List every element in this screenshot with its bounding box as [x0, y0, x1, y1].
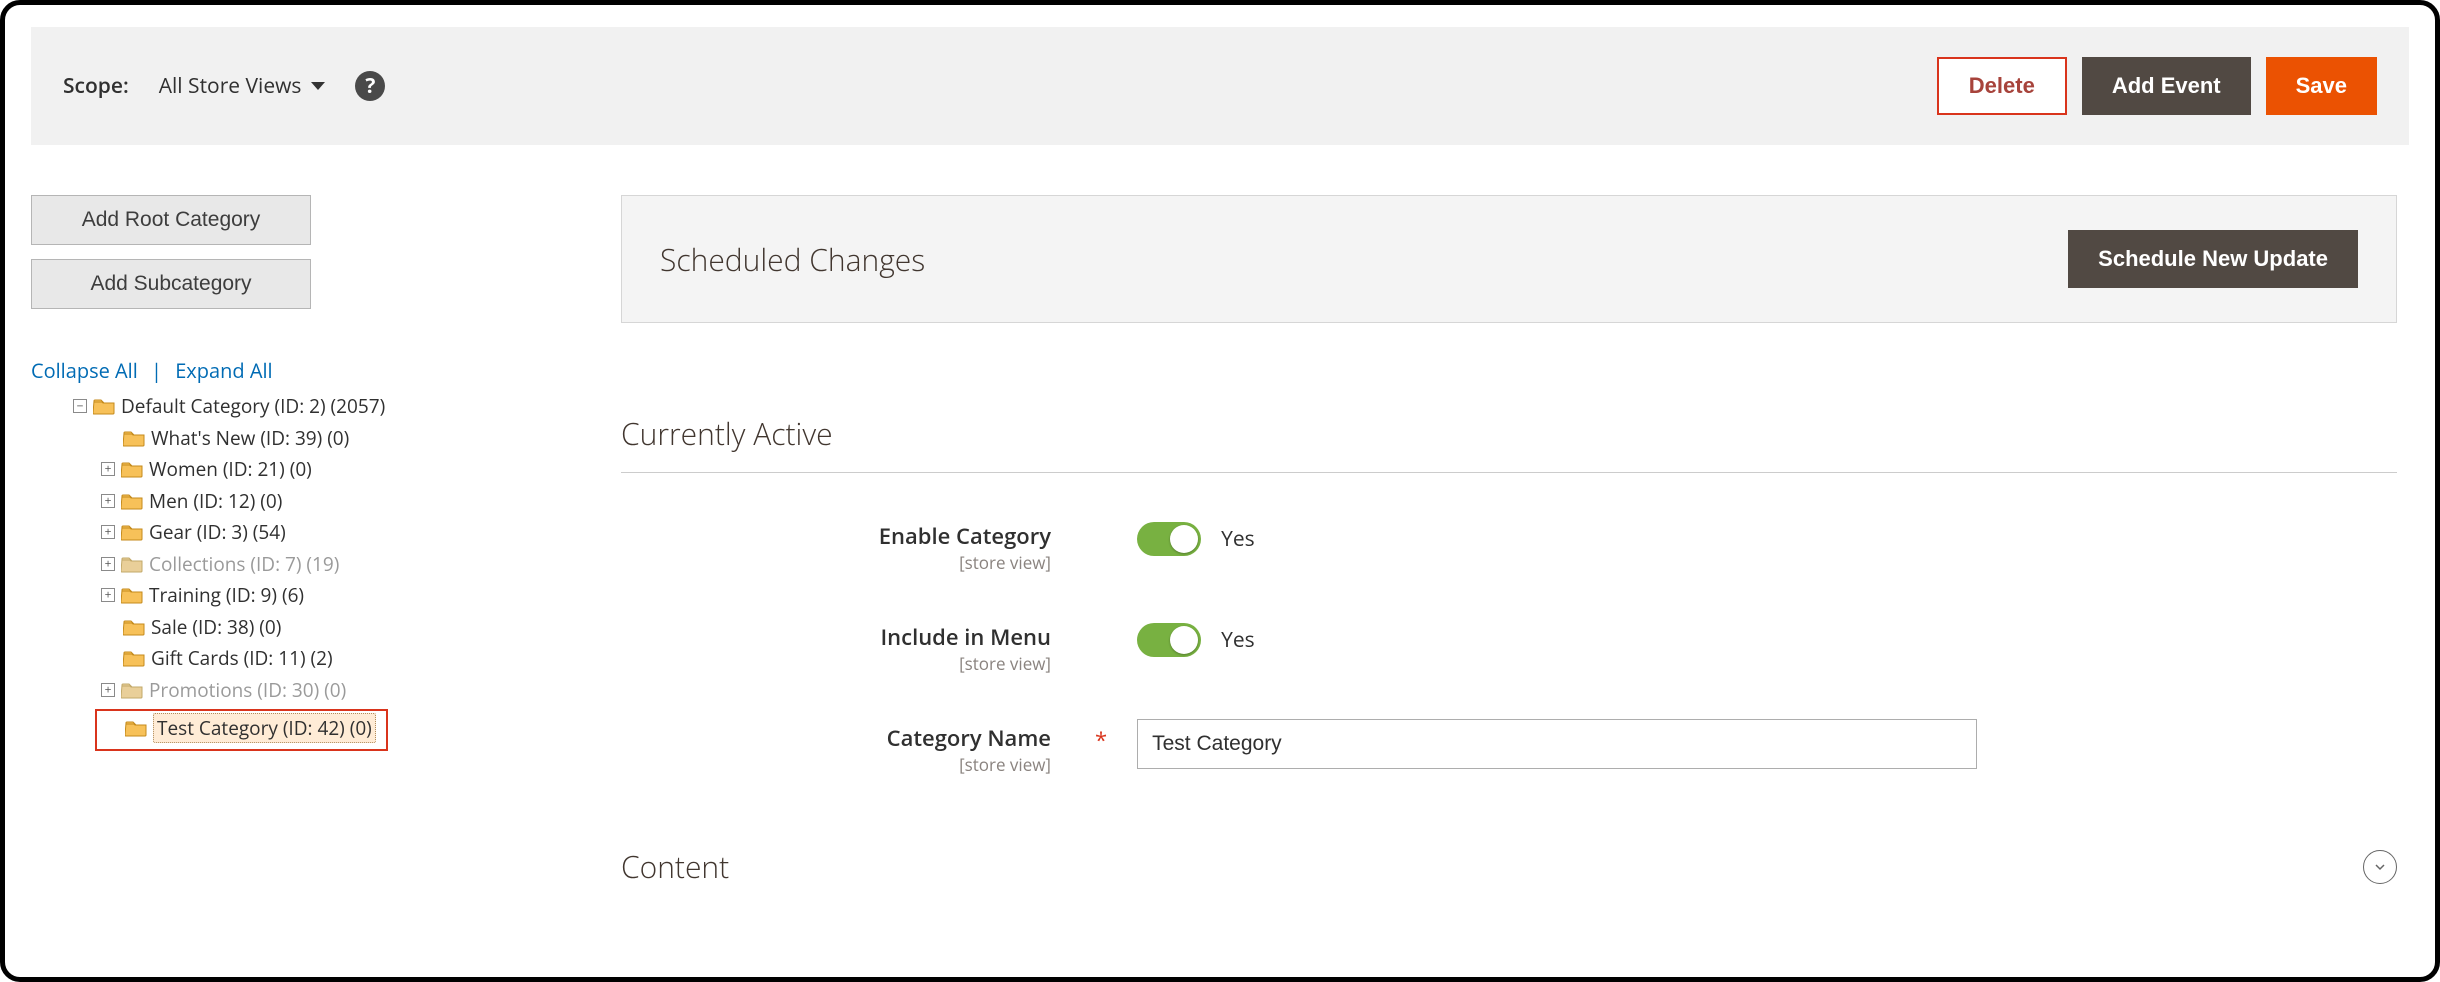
- delete-button[interactable]: Delete: [1937, 57, 2067, 115]
- folder-icon: [123, 429, 145, 447]
- expand-all-link[interactable]: Expand All: [175, 357, 272, 384]
- currently-active-title: Currently Active: [621, 413, 2397, 454]
- expand-icon[interactable]: +: [101, 462, 115, 476]
- tree-node-label: Women (ID: 21) (0): [149, 455, 312, 484]
- sidebar: Add Root Category Add Subcategory Collap…: [31, 195, 621, 905]
- scope-value: All Store Views: [159, 72, 302, 100]
- tree-node-label: Default Category (ID: 2) (2057): [121, 392, 385, 421]
- folder-icon: [121, 555, 143, 573]
- tree-node-label: Gear (ID: 3) (54): [149, 518, 286, 547]
- caret-down-icon: [311, 82, 325, 90]
- expand-icon[interactable]: +: [101, 683, 115, 697]
- folder-icon: [121, 460, 143, 478]
- form: Enable Category [store view] * Yes Inclu…: [621, 517, 2397, 776]
- main-pane: Scheduled Changes Schedule New Update Cu…: [621, 195, 2409, 905]
- content-section-header[interactable]: Content: [621, 846, 2397, 887]
- tree-node[interactable]: + Collections (ID: 7) (19): [101, 550, 611, 579]
- tree-node-label: Training (ID: 9) (6): [149, 581, 304, 610]
- tree-node-label: Gift Cards (ID: 11) (2): [151, 644, 333, 673]
- enable-category-label: Enable Category: [879, 521, 1051, 551]
- required-icon: *: [1095, 719, 1107, 755]
- tree-node-label: Promotions (ID: 30) (0): [149, 676, 346, 705]
- store-view-hint: [store view]: [959, 753, 1051, 776]
- folder-icon: [125, 719, 147, 737]
- scheduled-changes-title: Scheduled Changes: [660, 239, 925, 280]
- tree-node[interactable]: Sale (ID: 38) (0): [101, 613, 611, 642]
- columns: Add Root Category Add Subcategory Collap…: [31, 195, 2409, 905]
- category-name-label: Category Name: [887, 723, 1051, 753]
- tree-controls: Collapse All | Expand All: [31, 357, 611, 384]
- tree-root-node[interactable]: − Default Category (ID: 2) (2057): [73, 392, 611, 421]
- tree-node[interactable]: + Women (ID: 21) (0): [101, 455, 611, 484]
- sidebar-buttons: Add Root Category Add Subcategory: [31, 195, 311, 309]
- scope-label: Scope:: [63, 72, 129, 100]
- tree-node-label: Collections (ID: 7) (19): [149, 550, 339, 579]
- selected-tree-node: Test Category (ID: 42) (0): [95, 709, 388, 752]
- expand-icon[interactable]: +: [101, 494, 115, 508]
- collapse-icon[interactable]: −: [73, 399, 87, 413]
- category-name-input[interactable]: [1137, 719, 1977, 769]
- folder-icon: [123, 618, 145, 636]
- chevron-down-icon: [2363, 850, 2397, 884]
- include-in-menu-row: Include in Menu [store view] * Yes: [621, 618, 2397, 675]
- folder-icon: [121, 523, 143, 541]
- tree-node[interactable]: Test Category (ID: 42) (0): [103, 713, 376, 744]
- tree-node-label: Sale (ID: 38) (0): [151, 613, 281, 642]
- add-event-button[interactable]: Add Event: [2082, 57, 2251, 115]
- save-button[interactable]: Save: [2266, 57, 2377, 115]
- enable-category-value: Yes: [1221, 525, 1255, 553]
- help-icon[interactable]: ?: [355, 71, 385, 101]
- separator: |: [151, 357, 162, 384]
- topbar: Scope: All Store Views ? Delete Add Even…: [31, 27, 2409, 145]
- folder-icon: [121, 492, 143, 510]
- scope-group: Scope: All Store Views ?: [63, 71, 385, 101]
- folder-icon: [121, 681, 143, 699]
- expand-icon[interactable]: +: [101, 525, 115, 539]
- schedule-new-update-button[interactable]: Schedule New Update: [2068, 230, 2358, 288]
- expand-icon[interactable]: +: [101, 557, 115, 571]
- add-root-category-button[interactable]: Add Root Category: [31, 195, 311, 245]
- tree-node[interactable]: + Promotions (ID: 30) (0): [101, 676, 611, 705]
- scope-select[interactable]: All Store Views: [159, 72, 326, 100]
- tree-node[interactable]: Gift Cards (ID: 11) (2): [101, 644, 611, 673]
- folder-icon: [121, 586, 143, 604]
- top-actions: Delete Add Event Save: [1937, 57, 2377, 115]
- tree-node[interactable]: + Training (ID: 9) (6): [101, 581, 611, 610]
- category-name-row: Category Name [store view] *: [621, 719, 2397, 776]
- store-view-hint: [store view]: [959, 652, 1051, 675]
- add-subcategory-button[interactable]: Add Subcategory: [31, 259, 311, 309]
- enable-category-row: Enable Category [store view] * Yes: [621, 517, 2397, 574]
- tree-node[interactable]: What's New (ID: 39) (0): [101, 424, 611, 453]
- tree-node-label: What's New (ID: 39) (0): [151, 424, 349, 453]
- tree-node-label: Test Category (ID: 42) (0): [153, 713, 376, 744]
- include-in-menu-value: Yes: [1221, 626, 1255, 654]
- content-title: Content: [621, 846, 729, 887]
- app-frame: Scope: All Store Views ? Delete Add Even…: [0, 0, 2440, 982]
- tree-node[interactable]: + Men (ID: 12) (0): [101, 487, 611, 516]
- expand-icon[interactable]: +: [101, 588, 115, 602]
- include-in-menu-toggle[interactable]: [1137, 623, 1201, 657]
- folder-icon: [93, 397, 115, 415]
- collapse-all-link[interactable]: Collapse All: [31, 357, 138, 384]
- category-tree: − Default Category (ID: 2) (2057) What's…: [31, 392, 611, 751]
- enable-category-toggle[interactable]: [1137, 522, 1201, 556]
- tree-node-label: Men (ID: 12) (0): [149, 487, 282, 516]
- divider: [621, 472, 2397, 473]
- tree-node[interactable]: + Gear (ID: 3) (54): [101, 518, 611, 547]
- store-view-hint: [store view]: [959, 551, 1051, 574]
- scheduled-changes-panel: Scheduled Changes Schedule New Update: [621, 195, 2397, 323]
- folder-icon: [123, 649, 145, 667]
- include-in-menu-label: Include in Menu: [880, 622, 1051, 652]
